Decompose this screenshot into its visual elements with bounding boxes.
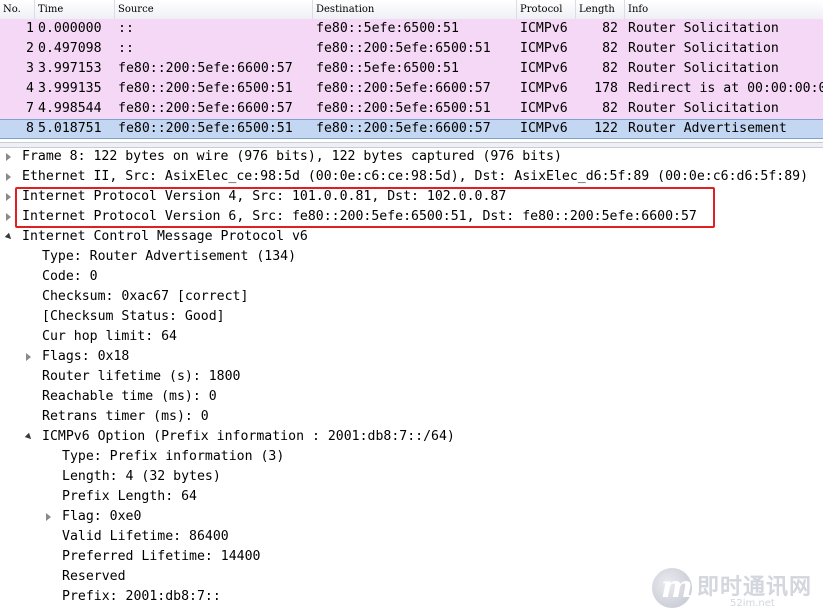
collapse-arrow-icon[interactable]	[24, 432, 34, 442]
detail-tree-item[interactable]: Flag: 0xe0	[62, 507, 141, 527]
detail-tree-item[interactable]: Internet Control Message Protocol v6	[22, 227, 308, 247]
packet-cell-info: Router Solicitation	[628, 101, 779, 116]
packet-cell-dst: fe80::5efe:6500:51	[316, 21, 459, 36]
packet-cell-time: 0.000000	[38, 21, 102, 36]
packet-cell-len: 82	[602, 101, 618, 116]
packet-cell-no: 8	[26, 121, 34, 136]
packet-cell-proto: ICMPv6	[520, 81, 568, 96]
packet-row[interactable]: 8 5.018751 fe80::200:5efe:6500:51 fe80::200…	[0, 119, 823, 139]
column-header-source[interactable]: Source	[118, 4, 154, 15]
packet-cell-time: 5.018751	[38, 121, 102, 136]
packet-cell-no: 4	[26, 81, 34, 96]
packet-cell-info: Router Solicitation	[628, 41, 779, 56]
packet-cell-proto: ICMPv6	[520, 61, 568, 76]
packet-cell-no: 1	[26, 21, 34, 36]
packet-row[interactable]: 1 0.000000:: fe80::5efe:6500:51 ICMPv6 82 Rou…	[0, 19, 823, 39]
packet-cell-len: 178	[594, 81, 618, 96]
column-separator[interactable]	[114, 0, 115, 19]
detail-tree-item[interactable]: Valid Lifetime: 86400	[62, 527, 229, 547]
packet-row[interactable]: 4 3.999135 fe80::200:5efe:6500:51 fe80::200…	[0, 79, 823, 99]
packet-cell-src: fe80::200:5efe:6600:57	[118, 61, 293, 76]
packet-row[interactable]: 3 3.997153 fe80::200:5efe:6600:57 fe80::5ef…	[0, 59, 823, 79]
column-header-no[interactable]: No.	[3, 4, 21, 15]
detail-tree-item[interactable]: Ethernet II, Src: AsixElec_ce:98:5d (00:…	[22, 167, 808, 187]
packet-cell-info: Router Advertisement	[628, 121, 787, 136]
watermark-text: 即时通讯网	[697, 575, 813, 600]
column-separator[interactable]	[34, 0, 35, 19]
packet-cell-time: 4.998544	[38, 101, 102, 116]
packet-cell-no: 3	[26, 61, 34, 76]
packet-cell-dst: fe80::200:5efe:6600:57	[316, 81, 491, 96]
watermark-logo-letter: m	[661, 570, 693, 605]
detail-tree-item[interactable]: Type: Prefix information (3)	[62, 447, 284, 467]
packet-row[interactable]: 2 0.497098:: fe80::200:5efe:6500:51 ICMPv6 8…	[0, 39, 823, 59]
packet-cell-time: 0.497098	[38, 41, 102, 56]
expand-arrow-icon[interactable]	[26, 353, 31, 361]
packet-cell-no: 2	[26, 41, 34, 56]
detail-tree-item[interactable]: Reserved	[62, 567, 126, 587]
packet-cell-dst: fe80::5efe:6500:51	[316, 61, 459, 76]
packet-cell-src: ::	[118, 21, 134, 36]
packet-cell-src: fe80::200:5efe:6600:57	[118, 101, 293, 116]
packet-cell-len: 82	[602, 21, 618, 36]
detail-tree-item[interactable]: Code: 0	[42, 267, 98, 287]
column-separator[interactable]	[575, 0, 576, 19]
column-header-info[interactable]: Info	[628, 4, 648, 15]
detail-tree-item[interactable]: ICMPv6 Option (Prefix information : 2001…	[42, 427, 455, 447]
packet-cell-proto: ICMPv6	[520, 41, 568, 56]
detail-tree-item[interactable]: Checksum: 0xac67 [correct]	[42, 287, 248, 307]
watermark-url: 52im.net	[730, 598, 775, 609]
detail-tree-item[interactable]: Prefix: 2001:db8:7::	[62, 587, 221, 607]
packet-cell-proto: ICMPv6	[520, 121, 568, 136]
packet-cell-time: 3.999135	[38, 81, 102, 96]
packet-cell-dst: fe80::200:5efe:6500:51	[316, 101, 491, 116]
detail-tree-item[interactable]: [Checksum Status: Good]	[42, 307, 225, 327]
packet-cell-len: 82	[602, 61, 618, 76]
packet-list-header: No. Time Source Destination Protocol Len…	[0, 0, 823, 20]
detail-tree-item[interactable]: Cur hop limit: 64	[42, 327, 177, 347]
packet-cell-src: fe80::200:5efe:6500:51	[118, 81, 293, 96]
expand-arrow-icon[interactable]	[6, 213, 11, 221]
packet-cell-src: fe80::200:5efe:6500:51	[118, 121, 293, 136]
packet-cell-info: Redirect is at 00:00:00:00	[628, 81, 823, 96]
detail-tree-item[interactable]: Flags: 0x18	[42, 347, 129, 367]
packet-row[interactable]: 7 4.998544 fe80::200:5efe:6600:57 fe80::200…	[0, 99, 823, 119]
column-header-length[interactable]: Length	[579, 4, 615, 15]
expand-arrow-icon[interactable]	[6, 173, 11, 181]
detail-tree-item[interactable]: Frame 8: 122 bytes on wire (976 bits), 1…	[22, 147, 562, 167]
expand-arrow-icon[interactable]	[46, 513, 51, 521]
detail-tree-item[interactable]: Router lifetime (s): 1800	[42, 367, 241, 387]
packet-cell-time: 3.997153	[38, 61, 102, 76]
detail-tree-item[interactable]: Length: 4 (32 bytes)	[62, 467, 221, 487]
column-separator[interactable]	[516, 0, 517, 19]
packet-cell-no: 7	[26, 101, 34, 116]
packet-cell-dst: fe80::200:5efe:6500:51	[316, 41, 491, 56]
watermark-logo: m	[652, 568, 693, 608]
detail-tree-item[interactable]: Preferred Lifetime: 14400	[62, 547, 261, 567]
highlight-box	[15, 187, 715, 228]
packet-cell-proto: ICMPv6	[520, 101, 568, 116]
column-separator[interactable]	[312, 0, 313, 19]
packet-cell-len: 122	[594, 121, 618, 136]
detail-tree-item[interactable]: Reachable time (ms): 0	[42, 387, 217, 407]
column-header-time[interactable]: Time	[38, 4, 63, 15]
packet-cell-info: Router Solicitation	[628, 21, 779, 36]
packet-cell-src: ::	[118, 41, 134, 56]
detail-tree-item[interactable]: Type: Router Advertisement (134)	[42, 247, 296, 267]
column-header-destination[interactable]: Destination	[316, 4, 374, 15]
packet-cell-len: 82	[602, 41, 618, 56]
expand-arrow-icon[interactable]	[6, 153, 11, 161]
detail-tree-item[interactable]: Retrans timer (ms): 0	[42, 407, 209, 427]
expand-arrow-icon[interactable]	[6, 193, 11, 201]
column-header-protocol[interactable]: Protocol	[520, 4, 562, 15]
packet-cell-dst: fe80::200:5efe:6600:57	[316, 121, 491, 136]
column-separator[interactable]	[624, 0, 625, 19]
detail-tree-item[interactable]: Prefix Length: 64	[62, 487, 197, 507]
packet-cell-proto: ICMPv6	[520, 21, 568, 36]
collapse-arrow-icon[interactable]	[4, 232, 14, 242]
packet-cell-info: Router Solicitation	[628, 61, 779, 76]
